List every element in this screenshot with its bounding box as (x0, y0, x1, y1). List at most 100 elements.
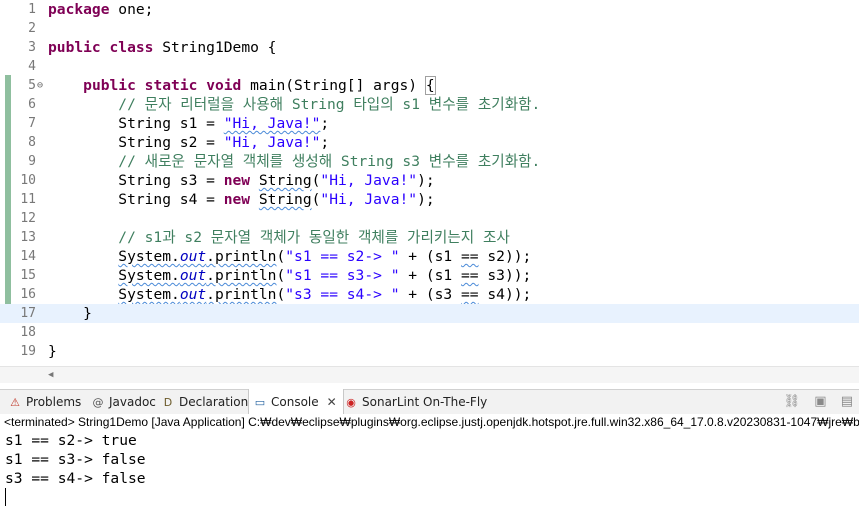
code-line[interactable]: 4 (0, 57, 859, 76)
code-token: s3)); (478, 267, 532, 284)
fold-collapse-icon[interactable]: ⊖ (37, 76, 43, 95)
code-token: s4)); (478, 286, 532, 303)
tab-javadoc[interactable]: @ Javadoc (87, 390, 162, 414)
code-token: // s1과 s2 문자열 객체가 동일한 객체를 가리키는지 조사 (48, 229, 510, 246)
tab-console[interactable]: ▭ Console ✕ (248, 389, 344, 415)
code-token: ); (417, 191, 435, 208)
line-number: 14 (20, 249, 36, 264)
line-number: 16 (20, 287, 36, 302)
code-token: new (223, 191, 251, 208)
code-token: static (144, 77, 198, 94)
code-line[interactable]: 9 // 새로운 문자열 객체를 생성해 String s3 변수를 초기화함. (0, 152, 859, 171)
line-number: 17 (20, 306, 36, 321)
code-line[interactable]: 7 String s1 = "Hi, Java!"; (0, 114, 859, 133)
code-token: System. (118, 248, 180, 265)
text-caret (5, 488, 6, 506)
line-number: 2 (28, 21, 36, 36)
line-number: 9 (28, 154, 36, 169)
line-number: 8 (28, 135, 36, 150)
console-output[interactable]: s1 == s2-> true s1 == s3-> false s3 == s… (0, 431, 859, 510)
tab-sonarlint-on-the-fly[interactable]: ◉ SonarLint On-The-Fly (340, 390, 493, 414)
code-token: ); (417, 172, 435, 189)
code-token: "Hi, Java!" (223, 134, 321, 151)
code-token: "Hi, Java!" (320, 172, 418, 189)
code-line[interactable]: 6 // 문자 리터럴을 사용해 String 타입의 s1 변수를 초기화함. (0, 95, 859, 114)
line-number: 5 (28, 78, 36, 93)
javadoc-icon: @ (92, 395, 104, 409)
code-line[interactable]: 2 (0, 19, 859, 38)
remove-launch-icon[interactable]: ▣ (814, 394, 826, 409)
code-token: // 문자 리터럴을 사용해 String 타입의 s1 변수를 초기화함. (48, 96, 541, 113)
code-token: .println (206, 267, 277, 284)
code-line[interactable]: 3 public class String1Demo { (0, 38, 859, 57)
code-token: ( (276, 286, 286, 303)
code-token: public (48, 39, 101, 56)
code-line[interactable]: 12 (0, 209, 859, 228)
scroll-left-icon[interactable]: ◀ (48, 370, 53, 380)
code-line[interactable]: 17 } (0, 304, 859, 323)
code-text: } (48, 304, 92, 323)
code-token: "s1 == s3-> " (285, 267, 400, 284)
code-text: String s1 = "Hi, Java!"; (48, 114, 329, 133)
code-token: "Hi, Java!" (320, 191, 418, 208)
code-text: // s1과 s2 문자열 객체가 동일한 객체를 가리키는지 조사 (48, 228, 510, 247)
line-number: 15 (20, 268, 36, 283)
code-token: "Hi, Java!" (223, 115, 321, 132)
tab-label: SonarLint On-The-Fly (362, 395, 488, 409)
code-line[interactable]: 5 ⊖ public static void main(String[] args… (0, 76, 859, 95)
code-token: String s3 = (48, 172, 224, 189)
code-text: System.out.println("s3 == s4-> " + (s3 =… (48, 285, 531, 304)
code-token: + (s1 (399, 248, 462, 265)
tab-declaration[interactable]: D Declaration (157, 390, 254, 414)
code-line[interactable]: 14 System.out.println("s1 == s2-> " + (s… (0, 247, 859, 266)
declaration-icon: D (163, 395, 173, 409)
editor-horizontal-scrollbar[interactable]: ◀ (0, 366, 859, 383)
code-line[interactable]: 8 String s2 = "Hi, Java!"; (0, 133, 859, 152)
scroll-lock-icon[interactable]: ▤ (841, 394, 853, 409)
code-token: out (179, 286, 207, 303)
code-text: package one; (48, 0, 153, 19)
code-token: out (179, 248, 207, 265)
code-token: String (258, 191, 312, 208)
console-line: s1 == s3-> false (5, 451, 146, 468)
line-number: 12 (20, 211, 36, 226)
code-token: == (461, 248, 479, 265)
code-line[interactable]: 19} (0, 342, 859, 361)
code-text: // 문자 리터럴을 사용해 String 타입의 s1 변수를 초기화함. (48, 95, 540, 114)
code-token: String s2 = (48, 134, 224, 151)
console-line: s1 == s2-> true (5, 432, 137, 449)
code-line[interactable]: 16 System.out.println("s3 == s4-> " + (s… (0, 285, 859, 304)
line-number: 1 (28, 2, 36, 17)
code-token: void (206, 77, 242, 94)
code-token: + (s3 (399, 286, 462, 303)
code-line[interactable]: 1 package one; (0, 0, 859, 19)
close-icon[interactable]: ✕ (327, 395, 337, 409)
code-token: ( (276, 248, 286, 265)
code-text: System.out.println("s1 == s3-> " + (s1 =… (48, 266, 531, 285)
code-token: ; (320, 115, 330, 132)
code-line[interactable]: 11 String s4 = new String("Hi, Java!"); (0, 190, 859, 209)
code-text: } (48, 342, 57, 361)
link-icon[interactable]: ⛓ (784, 394, 801, 409)
code-token: one; (109, 1, 154, 18)
code-token: "s3 == s4-> " (285, 286, 400, 303)
line-number: 19 (20, 344, 36, 359)
line-number: 6 (28, 97, 36, 112)
code-editor[interactable]: 1 package one; 2 3 public class String1Demo … (0, 0, 859, 366)
code-line[interactable]: 18 (0, 323, 859, 342)
tab-label: Declaration (179, 395, 249, 409)
console-line: s3 == s4-> false (5, 470, 146, 487)
tab-problems[interactable]: ⚠ Problems (4, 390, 87, 414)
tab-label: Problems (26, 395, 82, 409)
code-token: out (179, 267, 207, 284)
code-line[interactable]: 13 // s1과 s2 문자열 객체가 동일한 객체를 가리키는지 조사 (0, 228, 859, 247)
code-line[interactable]: 15 System.out.println("s1 == s3-> " + (s… (0, 266, 859, 285)
code-line[interactable]: 10 String s3 = new String("Hi, Java!"); (0, 171, 859, 190)
code-token: package (48, 1, 110, 18)
